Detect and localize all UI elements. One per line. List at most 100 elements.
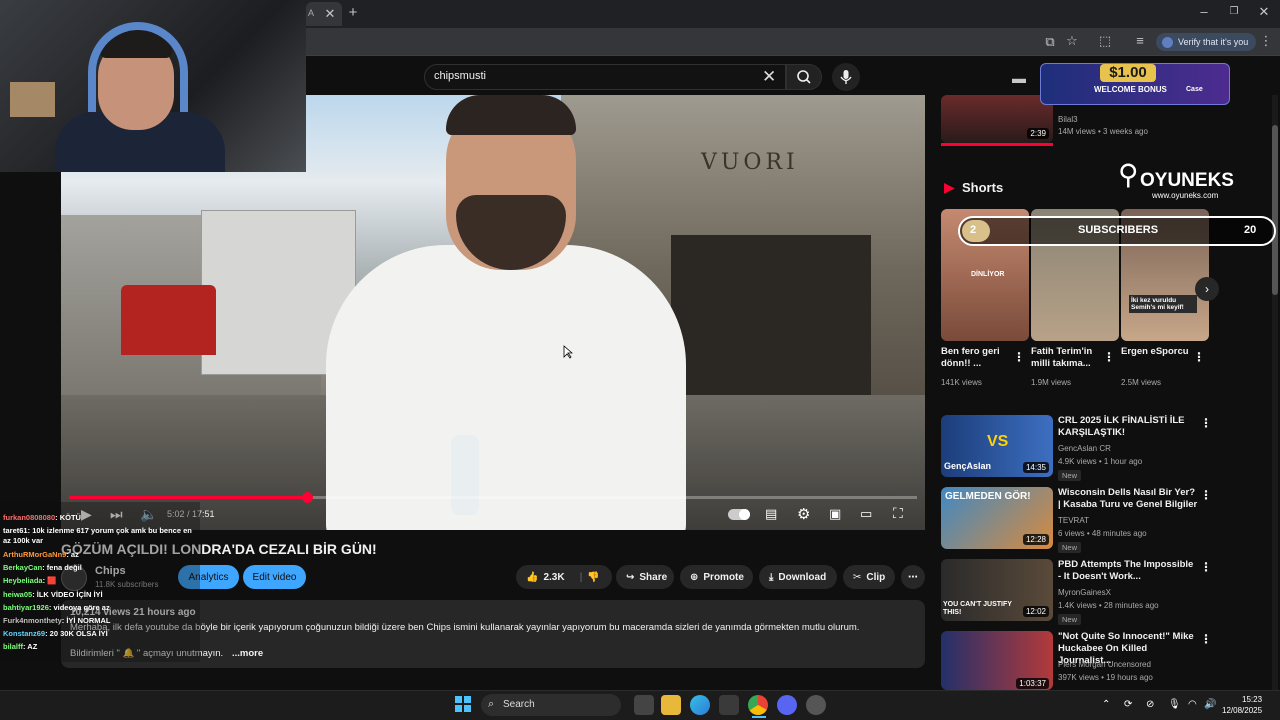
video-thumbnail-3[interactable]: YOU CAN'T JUSTIFY THIS! 12:02 — [941, 559, 1053, 621]
top-video-channel[interactable]: Bilal3 — [1058, 114, 1078, 126]
streamer-webcam — [0, 0, 306, 172]
bonus-amount: $1.00 — [1100, 64, 1156, 82]
taskbar-search[interactable]: ⌕ Search — [481, 694, 621, 716]
miniplayer-icon[interactable]: ▣ — [829, 506, 841, 522]
share-icon: ↪ — [626, 571, 635, 583]
verify-account-chip[interactable]: Verify that it's you — [1156, 33, 1257, 51]
video-title-3[interactable]: PBD Attempts The Impossible - It Doesn't… — [1058, 559, 1198, 583]
dislike-icon[interactable]: 👎 — [587, 572, 599, 583]
video-thumbnail-4[interactable]: 1:03:37 — [941, 631, 1053, 690]
share-button[interactable]: ↪ Share — [616, 565, 674, 589]
chat-username: bilalff — [3, 642, 23, 651]
bookmark-star-icon[interactable]: ☆ — [1064, 34, 1080, 48]
restore-icon[interactable]: ❐ — [1226, 5, 1242, 19]
scrollbar-thumb[interactable] — [1272, 125, 1278, 295]
tray-sync-icon[interactable]: ⟳ — [1124, 699, 1132, 710]
clear-search-icon[interactable]: ✕ — [762, 67, 776, 87]
more-actions-button[interactable]: ⋯ — [901, 565, 925, 589]
clock-date: 12/08/2025 — [1222, 706, 1263, 715]
short-title-2[interactable]: Fatih Terim'in milli takıma... — [1031, 346, 1103, 370]
chat-line: heiwa05: İLK VİDEO İÇİN İYİ — [3, 590, 103, 600]
new-tab-icon[interactable]: + — [345, 5, 361, 20]
video-menu-icon-4[interactable]: ⋮ — [1200, 632, 1212, 646]
windows-start-icon[interactable] — [455, 696, 471, 712]
chat-line: Heybeliada: 🟥 — [3, 576, 57, 586]
close-window-icon[interactable]: ✕ — [1256, 5, 1272, 19]
video-menu-icon-3[interactable]: ⋮ — [1200, 560, 1212, 574]
video-duration: 1:03:37 — [1016, 678, 1049, 689]
task-view-icon[interactable] — [634, 695, 654, 715]
video-channel-2[interactable]: TEVRAT — [1058, 515, 1089, 527]
like-count[interactable]: 2.3K — [543, 572, 564, 583]
edge-icon[interactable] — [690, 695, 710, 715]
subtitles-icon[interactable]: ▤ — [765, 506, 777, 522]
video-title-2[interactable]: Wisconsin Dells Nasıl Bir Yer? | Kasaba … — [1058, 487, 1198, 511]
video-scene-sign: VUORI — [701, 150, 799, 175]
taskbar-clock[interactable]: 15:23 12/08/2025 — [1222, 694, 1262, 716]
bonus-text: WELCOME BONUS — [1094, 85, 1167, 94]
search-button[interactable] — [786, 64, 822, 90]
promote-icon: ⊕ — [690, 571, 699, 583]
chat-message: : KÖTÜ — [55, 513, 81, 522]
video-channel-3[interactable]: MyronGainesX — [1058, 587, 1111, 599]
oyuneks-figure-icon: ⚲ — [1118, 159, 1139, 190]
minimize-icon[interactable]: – — [1196, 5, 1212, 19]
video-title-1[interactable]: CRL 2025 İLK FİNALİSTİ İLE KARŞILAŞTIK! — [1058, 415, 1193, 439]
thumb-text-3: YOU CAN'T JUSTIFY THIS! — [943, 601, 1012, 616]
video-water-bottle — [451, 435, 479, 515]
video-thumbnail-1[interactable]: VS GençAslan 14:35 — [941, 415, 1053, 477]
shorts-next-icon[interactable]: › — [1195, 277, 1219, 301]
like-icon[interactable]: 👍 — [526, 572, 538, 583]
video-channel-1[interactable]: GencAslan CR — [1058, 443, 1111, 455]
promote-button[interactable]: ⊕ Promote — [680, 565, 753, 589]
chat-message: : İYİ NORMAL — [61, 616, 111, 625]
short-title-3[interactable]: Ergen eSporcu — [1121, 346, 1193, 358]
video-channel-4[interactable]: Piers Morgan Uncensored — [1058, 659, 1151, 671]
video-menu-icon-1[interactable]: ⋮ — [1200, 416, 1212, 430]
settings-gear-icon[interactable]: ⚙ — [797, 505, 810, 523]
short-overlay-1: DİNLİYOR — [971, 271, 1005, 278]
video-thumbnail-2[interactable]: GELMEDEN GÖR! 12:28 — [941, 487, 1053, 549]
discord-icon[interactable] — [777, 695, 797, 715]
video-menu-icon-2[interactable]: ⋮ — [1200, 488, 1212, 502]
tab-close-icon[interactable]: ✕ — [322, 7, 338, 21]
tray-app-icon[interactable]: ⊘ — [1146, 699, 1154, 710]
video-meta-1: 4.9K views • 1 hour ago — [1058, 457, 1143, 466]
voice-search-button[interactable] — [832, 63, 860, 91]
autoplay-toggle[interactable] — [728, 509, 750, 520]
chat-line: furkan0808080: KÖTÜ — [3, 513, 81, 523]
show-more-link[interactable]: ...more — [232, 648, 263, 659]
extensions-icon[interactable]: ⬚ — [1097, 34, 1113, 48]
chat-line: BerkayCan: fena değil — [3, 563, 82, 573]
webcam-background-box — [10, 82, 55, 117]
browser-tab[interactable]: A ✕ — [306, 2, 342, 26]
short-views-2: 1.9M views — [1031, 378, 1072, 387]
tray-mic-icon[interactable]: 🎙 — [1168, 699, 1181, 710]
scrollbar-track[interactable] — [1272, 95, 1278, 690]
short-menu-icon-3[interactable]: ⋮ — [1193, 350, 1205, 364]
profile-icon — [1162, 36, 1173, 48]
download-button[interactable]: ⤓ Download — [759, 565, 837, 589]
clip-button[interactable]: ✂ Clip — [843, 565, 895, 589]
speaker-icon[interactable]: 🔊 — [1204, 699, 1216, 710]
browser-menu-icon[interactable]: ⋮ — [1258, 34, 1274, 48]
short-menu-icon-2[interactable]: ⋮ — [1103, 350, 1115, 364]
chat-username: bahtiyar1926 — [3, 603, 49, 612]
video-scene-bus — [121, 285, 216, 355]
file-explorer-icon[interactable] — [661, 695, 681, 715]
subscriber-goal-bar: 2 SUBSCRIBERS 20 — [958, 216, 1276, 246]
short-menu-icon-1[interactable]: ⋮ — [1013, 350, 1025, 364]
edit-video-button[interactable]: Edit video — [243, 565, 306, 589]
top-video-thumbnail[interactable]: 2:39 — [941, 95, 1053, 143]
shorts-heading: Shorts — [962, 180, 1004, 195]
chrome-icon[interactable] — [748, 695, 768, 715]
tray-overflow-icon[interactable]: ⌃ — [1102, 699, 1110, 710]
media-queue-icon[interactable]: ≡ — [1132, 34, 1148, 48]
theater-mode-icon[interactable]: ▭ — [860, 506, 872, 522]
wifi-icon[interactable]: ◠ — [1188, 699, 1197, 710]
cast-icon[interactable]: ⧉ — [1042, 35, 1058, 49]
short-title-1[interactable]: Ben fero geri dönn!! ... — [941, 346, 1013, 370]
fullscreen-icon[interactable]: ⛶ — [893, 505, 903, 522]
store-icon[interactable] — [719, 695, 739, 715]
app-icon[interactable] — [806, 695, 826, 715]
